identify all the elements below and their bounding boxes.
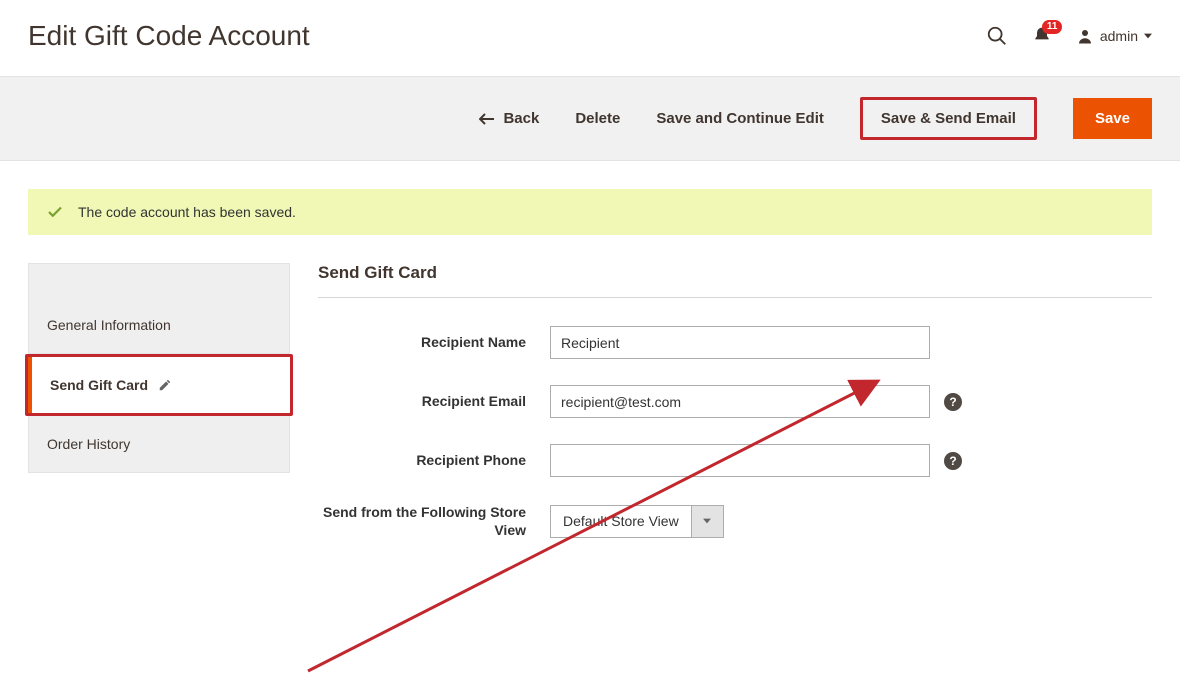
- arrow-left-icon: [479, 113, 495, 125]
- label-store-view: Send from the Following Store View: [318, 503, 550, 539]
- help-icon[interactable]: ?: [944, 393, 962, 411]
- save-continue-button[interactable]: Save and Continue Edit: [656, 110, 824, 127]
- help-icon[interactable]: ?: [944, 452, 962, 470]
- select-store-view[interactable]: Default Store View: [550, 505, 724, 538]
- page-header: Edit Gift Code Account 11 admin: [0, 0, 1180, 76]
- input-recipient-phone[interactable]: [550, 444, 930, 477]
- field-recipient-phone: Recipient Phone ?: [318, 444, 1152, 477]
- sidebar-item-general[interactable]: General Information: [28, 297, 290, 354]
- header-actions: 11 admin: [986, 25, 1152, 47]
- success-text: The code account has been saved.: [78, 204, 296, 220]
- chevron-down-icon: [1144, 32, 1152, 40]
- sidebar-header: [28, 263, 290, 297]
- admin-account-dropdown[interactable]: admin: [1076, 27, 1152, 45]
- input-recipient-email[interactable]: [550, 385, 930, 418]
- label-recipient-name: Recipient Name: [318, 333, 550, 351]
- section-title: Send Gift Card: [318, 263, 1152, 298]
- field-recipient-name: Recipient Name: [318, 326, 1152, 359]
- notifications-icon[interactable]: 11: [1032, 26, 1052, 46]
- save-button[interactable]: Save: [1073, 98, 1152, 139]
- user-icon: [1076, 27, 1094, 45]
- form-panel: Send Gift Card Recipient Name Recipient …: [318, 263, 1152, 565]
- sidebar: General Information Send Gift Card Order…: [28, 263, 290, 565]
- sidebar-item-order-history[interactable]: Order History: [28, 416, 290, 473]
- save-send-email-button[interactable]: Save & Send Email: [860, 97, 1037, 140]
- search-icon[interactable]: [986, 25, 1008, 47]
- pencil-icon: [158, 378, 172, 392]
- notifications-badge: 11: [1042, 20, 1063, 34]
- chevron-down-icon[interactable]: [691, 505, 724, 538]
- action-bar: Back Delete Save and Continue Edit Save …: [0, 76, 1180, 161]
- page-title: Edit Gift Code Account: [28, 20, 986, 52]
- success-message: The code account has been saved.: [28, 189, 1152, 235]
- input-recipient-name[interactable]: [550, 326, 930, 359]
- field-recipient-email: Recipient Email ?: [318, 385, 1152, 418]
- delete-button[interactable]: Delete: [575, 110, 620, 127]
- label-recipient-email: Recipient Email: [318, 392, 550, 410]
- sidebar-item-send-gift-card[interactable]: Send Gift Card: [25, 354, 293, 416]
- field-store-view: Send from the Following Store View Defau…: [318, 503, 1152, 539]
- check-icon: [46, 203, 64, 221]
- back-button[interactable]: Back: [479, 110, 539, 127]
- admin-username: admin: [1100, 28, 1138, 44]
- content-area: General Information Send Gift Card Order…: [28, 263, 1152, 565]
- label-recipient-phone: Recipient Phone: [318, 451, 550, 469]
